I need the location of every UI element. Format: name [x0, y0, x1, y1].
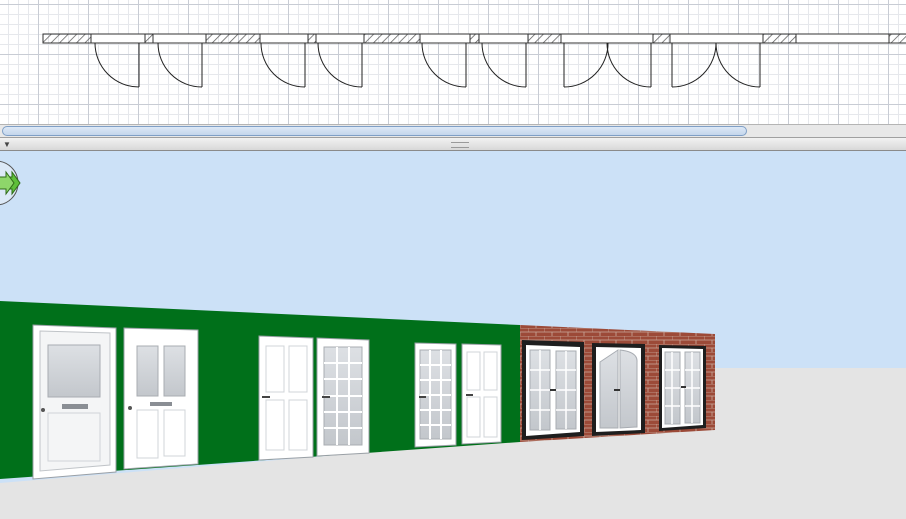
- door-french-double[interactable]: [522, 340, 584, 440]
- door-panel-2[interactable]: [461, 343, 502, 445]
- plan-door-swings: [94, 42, 761, 88]
- plan-view[interactable]: [0, 0, 906, 137]
- plan-door-swing: [563, 42, 609, 88]
- plan-wall-segment: [363, 33, 421, 44]
- door-panel[interactable]: [258, 335, 314, 461]
- door-arched-double[interactable]: [592, 343, 645, 436]
- view-splitter[interactable]: ▼: [0, 137, 906, 151]
- collapse-arrow-icon[interactable]: ▼: [3, 141, 11, 149]
- plan-door-swing: [317, 42, 363, 88]
- plan-wall-segment: [652, 33, 671, 44]
- door-french-double-2[interactable]: [659, 345, 706, 431]
- plan-wall-segment: [888, 33, 906, 44]
- ground-right: [715, 368, 906, 430]
- plan-wall-segment: [762, 33, 797, 44]
- plan-door-swing: [671, 42, 717, 88]
- plan-wall-segment: [527, 33, 562, 44]
- plan-drawing: [42, 33, 906, 88]
- door-half-glazed[interactable]: [32, 324, 117, 480]
- plan-door-swing: [481, 42, 527, 88]
- plan-door-swing: [157, 42, 203, 88]
- plan-wall-segment: [469, 33, 480, 44]
- 3d-view[interactable]: [0, 151, 906, 519]
- plan-wall-segment: [42, 33, 92, 44]
- splitter-grip-icon[interactable]: [451, 142, 469, 148]
- door-full-glazed-grid[interactable]: [316, 337, 370, 457]
- plan-door-swing: [606, 42, 652, 88]
- plan-door-swing: [94, 42, 140, 88]
- plan-wall-segment: [144, 33, 154, 44]
- door-full-glazed-grid-2[interactable]: [414, 342, 457, 448]
- plan-wall-segment: [205, 33, 261, 44]
- plan-wall-segment: [307, 33, 317, 44]
- plan-door-swing: [715, 42, 761, 88]
- plan-door-swing: [260, 42, 306, 88]
- plan-door-swing: [421, 42, 467, 88]
- navigation-arrows-icon[interactable]: [0, 155, 22, 211]
- plan-scrollbar-thumb[interactable]: [2, 126, 747, 136]
- plan-horizontal-scrollbar[interactable]: [0, 124, 906, 137]
- door-two-light-glazed[interactable]: [123, 327, 199, 470]
